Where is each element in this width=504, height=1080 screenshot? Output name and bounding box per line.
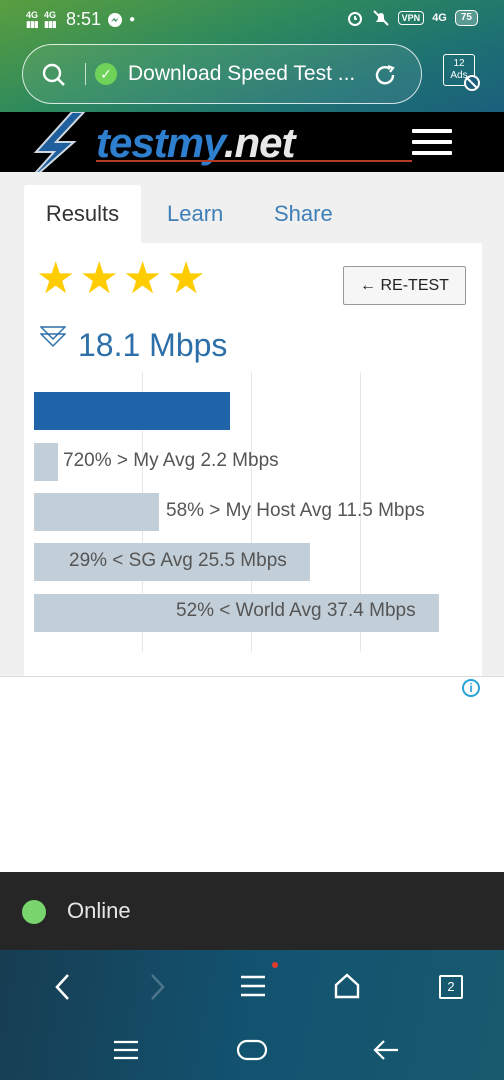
tab-learn[interactable]: Learn [167, 185, 223, 243]
tabs-count-button[interactable]: 2 [439, 975, 463, 999]
logo-part-2: .net [223, 119, 296, 166]
adblock-button[interactable]: 12 Ads [443, 54, 480, 91]
mute-icon [372, 10, 389, 26]
forward-icon[interactable] [146, 972, 168, 1002]
star-icon: ★ [166, 254, 206, 303]
tab-share[interactable]: Share [274, 185, 333, 243]
battery-indicator: 75 [454, 10, 478, 26]
tab-results[interactable]: Results [24, 185, 141, 243]
online-status-text: Online [67, 898, 131, 923]
speed-bar [34, 392, 230, 430]
back-icon[interactable] [52, 972, 74, 1002]
notification-dot-icon: ● [129, 14, 136, 25]
ad-info-icon[interactable]: i [462, 679, 480, 697]
signal-icon-1: 4G ▮▮▮ [26, 9, 39, 29]
vpn-badge: VPN [397, 11, 425, 25]
ad-area[interactable] [0, 676, 504, 872]
menu-notification-dot [272, 962, 278, 968]
comparison-label-sg-avg: 29% < SG Avg 25.5 Mbps [69, 550, 287, 571]
adblock-count: 12 [453, 58, 465, 69]
block-icon [464, 75, 480, 91]
system-back-icon[interactable] [372, 1038, 400, 1062]
star-icon: ★ [79, 254, 119, 303]
comparison-label-host-avg: 58% > My Host Avg 11.5 Mbps [166, 500, 425, 521]
star-icon: ★ [122, 254, 163, 303]
download-arrow-icon [40, 326, 66, 348]
download-speed: 18.1 Mbps [78, 327, 228, 363]
status-bar: 4G ▮▮▮ 4G ▮▮▮ 8:51 ● VPN 4G 75 [0, 0, 504, 40]
comparison-label-my-avg: 720% > My Avg 2.2 Mbps [63, 450, 279, 471]
menu-icon[interactable] [240, 974, 266, 998]
messenger-icon [108, 12, 123, 27]
star-icon: ★ [36, 254, 76, 303]
hamburger-menu-icon[interactable] [412, 129, 452, 157]
data-type: 4G [432, 12, 447, 24]
comparison-label-world-avg: 52% < World Avg 37.4 Mbps [176, 600, 416, 621]
alarm-icon [347, 12, 362, 26]
logo-underline [96, 160, 412, 162]
signal-icon-2: 4G ▮▮▮ [44, 9, 57, 29]
address-separator [85, 63, 86, 85]
search-icon[interactable] [41, 62, 67, 88]
clock: 8:51 [66, 9, 102, 29]
reload-icon[interactable] [371, 61, 399, 89]
address-text[interactable]: Download Speed Test ... [128, 62, 368, 86]
network-type-1: 4G [26, 9, 39, 20]
home-icon[interactable] [333, 972, 361, 1000]
logo-part-1: testmy [96, 119, 225, 166]
system-home-icon[interactable] [236, 1038, 268, 1062]
comparison-bar-my-avg [34, 443, 58, 481]
rating-stars: ★ ★ ★ ★ [36, 255, 206, 303]
secure-check-icon[interactable]: ✓ [95, 63, 117, 85]
retest-button[interactable]: ← RE-TEST [343, 266, 466, 305]
system-recents-icon[interactable] [112, 1040, 140, 1060]
online-status-dot [22, 900, 46, 924]
address-bar[interactable]: ✓ Download Speed Test ... [22, 44, 422, 104]
network-type-2: 4G [44, 9, 57, 20]
comparison-bar-host-avg [34, 493, 159, 531]
